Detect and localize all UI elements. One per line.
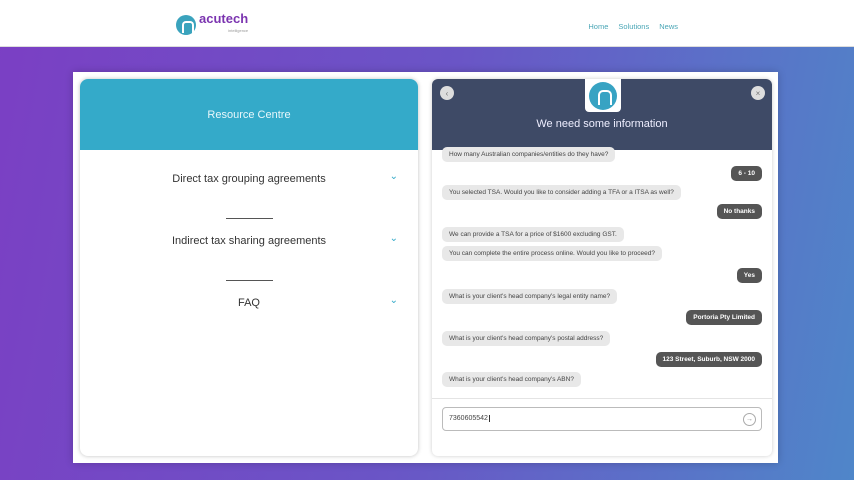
main-card: Resource Centre Direct tax grouping agre…: [73, 72, 778, 463]
accordion-direct-tax[interactable]: Direct tax grouping agreements ⌄: [80, 171, 418, 185]
chat-header: ‹ × We need some information: [432, 79, 772, 150]
brand-tagline: intelligence: [228, 28, 249, 33]
bot-message: How many Australian companies/entities d…: [442, 147, 616, 162]
chevron-down-icon: ⌄: [389, 233, 398, 244]
user-message: Portoria Pty Limited: [686, 310, 762, 325]
chat-logo: [585, 79, 621, 112]
bot-message: You can complete the entire process onli…: [442, 246, 662, 261]
chevron-down-icon: ⌄: [389, 171, 398, 182]
accordion-indirect-tax[interactable]: Indirect tax sharing agreements ⌄: [80, 233, 418, 247]
divider: [432, 398, 772, 399]
chat-input[interactable]: 7360605542 →: [442, 407, 762, 431]
brand-logo[interactable]: acutech intelligence: [176, 11, 249, 37]
chat-input-value: 7360605542: [449, 415, 488, 422]
resource-centre-panel: Resource Centre Direct tax grouping agre…: [80, 79, 418, 456]
message-list[interactable]: How many Australian companies/entities d…: [432, 147, 772, 398]
accordion-faq[interactable]: FAQ ⌄: [80, 295, 418, 309]
bot-message: We can provide a TSA for a price of $160…: [442, 227, 624, 242]
back-button[interactable]: ‹: [440, 86, 454, 100]
bot-message: What is your client's head company's ABN…: [442, 372, 581, 387]
user-message: No thanks: [716, 204, 762, 219]
bot-message: What is your client's head company's pos…: [442, 331, 611, 346]
nav-home[interactable]: Home: [588, 22, 608, 31]
bot-message: What is your client's head company's leg…: [442, 289, 618, 304]
chevron-down-icon: ⌄: [389, 295, 398, 306]
accordion-label: FAQ: [237, 297, 260, 309]
nav-solutions[interactable]: Solutions: [618, 22, 649, 31]
top-nav-bar: acutech intelligence Home Solutions News: [0, 0, 854, 47]
brand-name: acutech: [199, 11, 249, 26]
user-message: Yes: [736, 268, 762, 283]
accordion-label: Direct tax grouping agreements: [172, 173, 326, 185]
accordion-label: Indirect tax sharing agreements: [171, 235, 327, 247]
logo-icon: [176, 15, 196, 35]
user-message: 6 - 10: [731, 166, 762, 181]
bot-message: You selected TSA. Would you like to cons…: [442, 185, 681, 200]
logo-icon: [589, 81, 617, 110]
divider: [226, 218, 273, 219]
resource-centre-title: Resource Centre: [80, 79, 418, 150]
chat-panel: ‹ × We need some information How many Au…: [432, 79, 772, 456]
send-arrow-icon[interactable]: →: [743, 413, 756, 426]
divider: [226, 280, 273, 281]
nav-news[interactable]: News: [659, 22, 678, 31]
user-message: 123 Street, Suburb, NSW 2000: [655, 352, 762, 367]
chat-title: We need some information: [536, 118, 668, 130]
close-button[interactable]: ×: [751, 86, 765, 100]
